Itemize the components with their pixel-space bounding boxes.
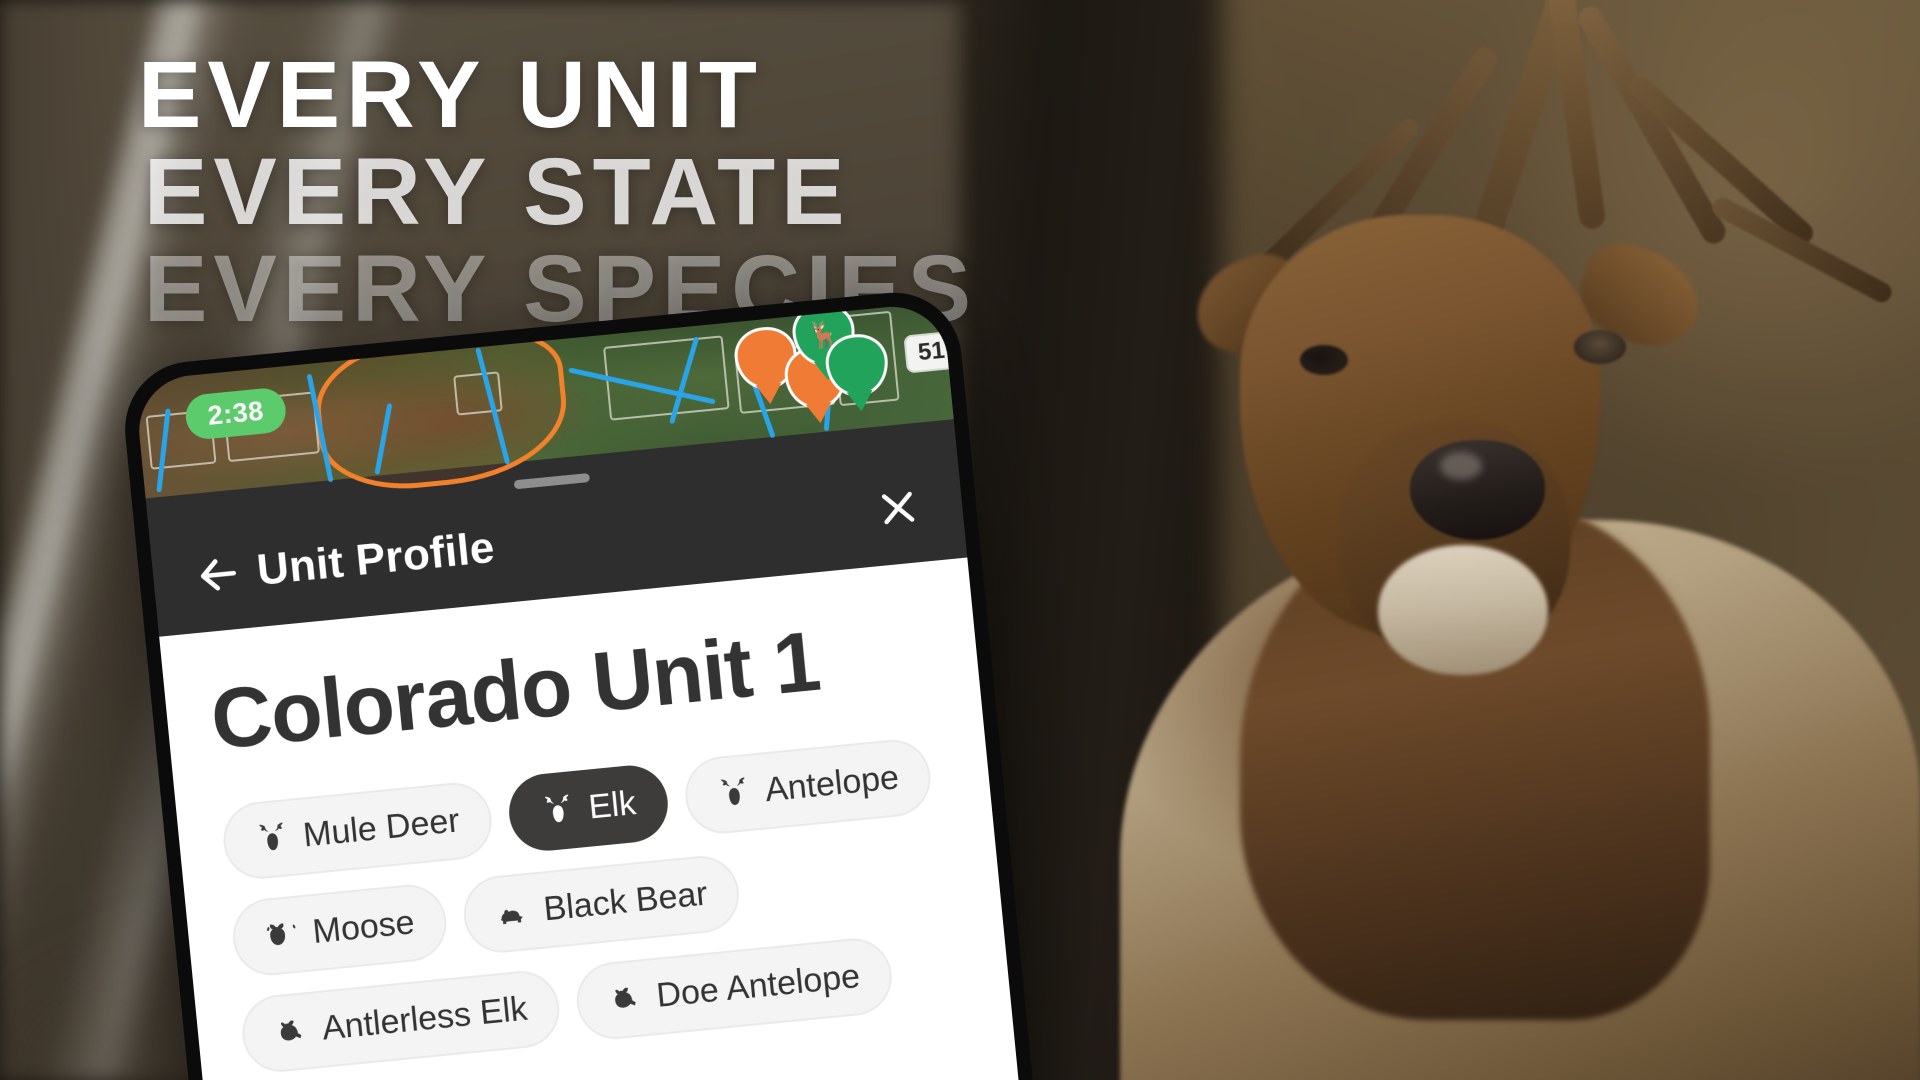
elk-nose-highlight — [1440, 452, 1482, 480]
map-pin-green[interactable] — [823, 331, 891, 413]
species-chip-label: Moose — [310, 903, 417, 952]
elk-icon — [544, 794, 569, 822]
species-chip-label: Black Bear — [541, 874, 710, 929]
nav-spacer — [494, 510, 876, 547]
unit-title: Colorado Unit 1 — [206, 613, 824, 767]
species-chip-label: Antlerless Elk — [320, 989, 530, 1048]
phone-mockup: 2:38 🦌 51 Unit Profile Colorado Unit 1 M… — [118, 286, 1041, 1080]
antlerless-elk-icon — [280, 1020, 302, 1040]
elk-chin — [1378, 545, 1548, 675]
species-chip-black-bear[interactable]: Black Bear — [460, 852, 743, 957]
elk-eye — [1300, 345, 1348, 375]
promo-banner: EVERY UNIT EVERY STATE EVERY SPECIES 2:3… — [0, 0, 1920, 1080]
species-filter-chips: Mule Deer Elk Antelope Moose Black Bear Antle… — [219, 735, 967, 1076]
elk-nose — [1410, 440, 1545, 540]
species-chip-label: Elk — [586, 784, 638, 827]
species-chip-antelope[interactable]: Antelope — [681, 736, 935, 837]
species-chip-elk[interactable]: Elk — [505, 762, 672, 855]
species-chip-mule-deer[interactable]: Mule Deer — [219, 779, 496, 883]
species-chip-moose[interactable]: Moose — [229, 881, 450, 979]
arrow-left-icon[interactable] — [193, 550, 243, 600]
black-bear-icon — [500, 909, 523, 924]
map-marker-count-badge[interactable]: 51 — [903, 330, 960, 374]
close-icon[interactable] — [874, 484, 922, 532]
mule-deer-icon — [259, 822, 283, 850]
phone-frame: 2:38 🦌 51 Unit Profile Colorado Unit 1 M… — [118, 286, 1041, 1080]
elk-photo-subject — [940, 0, 1920, 1080]
species-chip-label: Antelope — [763, 758, 901, 810]
species-chip-doe-antelope[interactable]: Doe Antelope — [573, 935, 896, 1043]
species-chip-antlerless-elk[interactable]: Antlerless Elk — [238, 967, 563, 1076]
species-chip-label: Mule Deer — [301, 801, 462, 855]
elk-eye — [1574, 330, 1626, 364]
phone-screen: 2:38 🦌 51 Unit Profile Colorado Unit 1 M… — [134, 301, 1027, 1080]
unit-profile-panel: Colorado Unit 1 Mule Deer Elk Antelope Moos… — [159, 557, 1027, 1080]
species-chip-label: Doe Antelope — [654, 957, 862, 1015]
doe-antelope-icon — [615, 987, 636, 1008]
antler-tine — [1709, 194, 1895, 306]
moose-icon — [267, 922, 296, 945]
antelope-icon — [721, 776, 745, 805]
page-title: Unit Profile — [254, 522, 497, 595]
